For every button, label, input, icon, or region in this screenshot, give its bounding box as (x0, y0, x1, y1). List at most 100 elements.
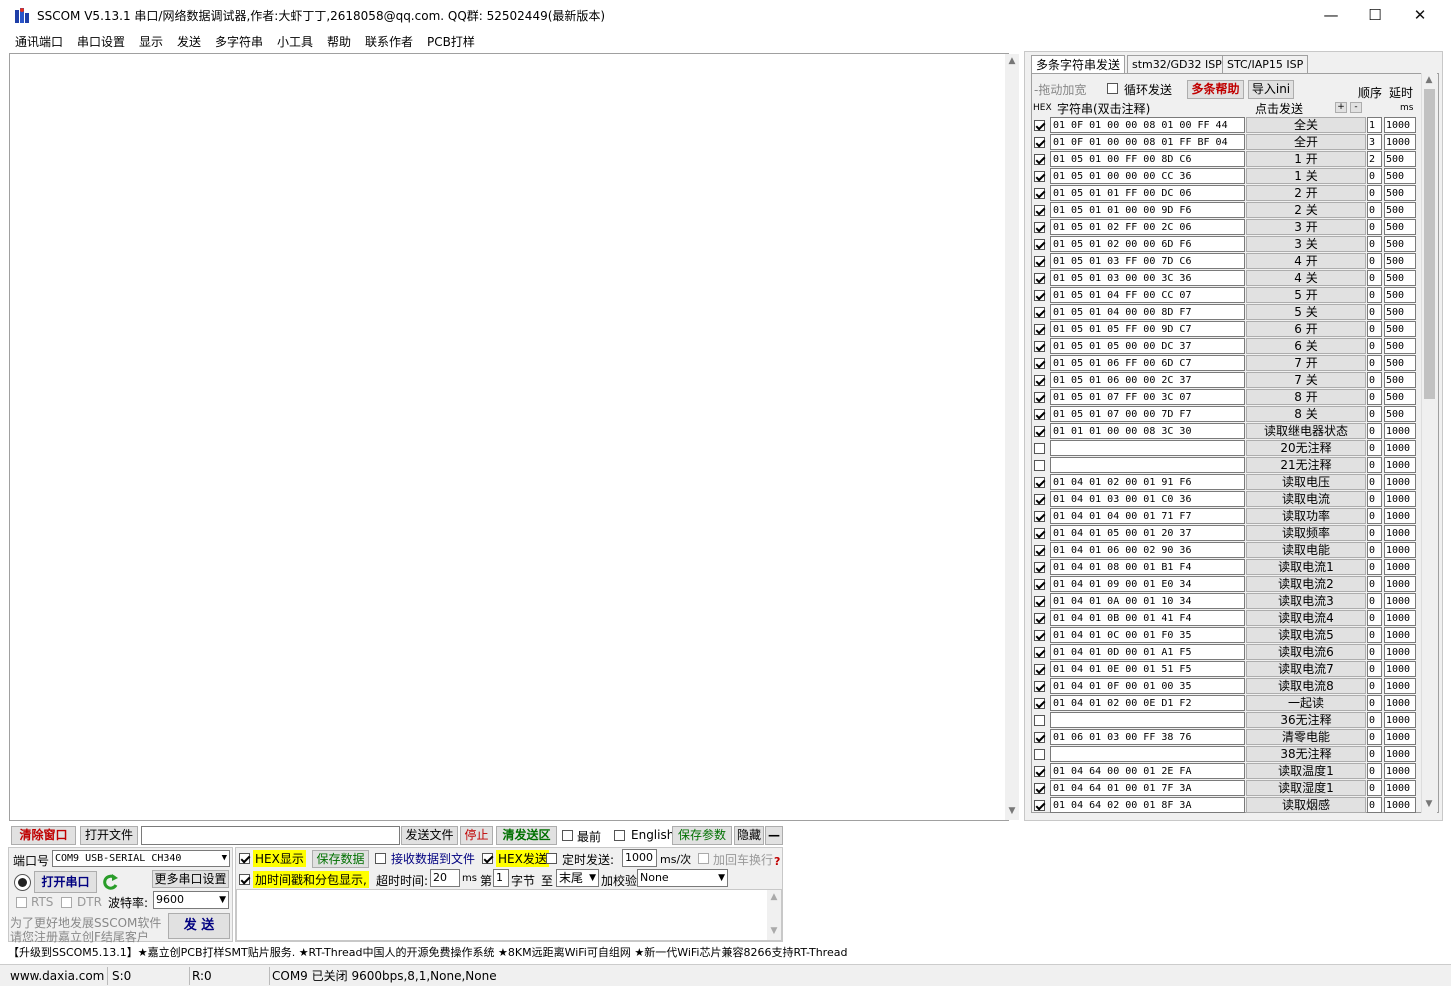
row-order-input[interactable]: 0 (1367, 542, 1382, 558)
row-send-button[interactable]: 读取继电器状态 (1246, 423, 1366, 439)
row-hex-string-input[interactable]: 01 04 01 06 00 02 90 36 (1050, 542, 1245, 558)
row-delay-input[interactable]: 500 (1384, 236, 1416, 252)
row-send-button[interactable]: 读取频率 (1246, 525, 1366, 541)
row-send-button[interactable]: 2 开 (1246, 185, 1366, 201)
row-hex-string-input[interactable]: 01 05 01 06 FF 00 6D C7 (1050, 355, 1245, 371)
row-delay-input[interactable]: 1000 (1384, 576, 1416, 592)
row-hex-checkbox[interactable] (1034, 579, 1045, 590)
row-send-button[interactable]: 读取温度1 (1246, 763, 1366, 779)
send-scroll-down-icon[interactable]: ▼ (767, 926, 781, 936)
row-hex-string-input[interactable]: 01 05 01 06 00 00 2C 37 (1050, 372, 1245, 388)
row-hex-string-input[interactable]: 01 05 01 02 FF 00 2C 06 (1050, 219, 1245, 235)
timed-send-checkbox[interactable] (546, 853, 557, 864)
row-send-button[interactable]: 读取烟感 (1246, 797, 1366, 813)
row-hex-string-input[interactable]: 01 04 01 05 00 01 20 37 (1050, 525, 1245, 541)
row-hex-checkbox[interactable] (1034, 664, 1045, 675)
row-send-button[interactable]: 读取电流4 (1246, 610, 1366, 626)
row-hex-string-input[interactable]: 01 05 01 03 FF 00 7D C6 (1050, 253, 1245, 269)
menu-pcb-proofing[interactable]: PCB打样 (427, 33, 475, 50)
row-hex-checkbox[interactable] (1034, 460, 1045, 471)
row-order-input[interactable]: 0 (1367, 423, 1382, 439)
timeout-input[interactable]: 20 (430, 869, 460, 887)
send-area-scrollbar[interactable]: ▲ ▼ (767, 890, 781, 940)
row-send-button[interactable]: 2 关 (1246, 202, 1366, 218)
dtr-checkbox[interactable] (61, 897, 72, 908)
row-hex-checkbox[interactable] (1034, 630, 1045, 641)
hide-button[interactable]: 隐藏 (734, 826, 764, 845)
row-order-input[interactable]: 3 (1367, 134, 1382, 150)
row-delay-input[interactable]: 500 (1384, 151, 1416, 167)
row-hex-string-input[interactable]: 01 04 64 00 00 01 2E FA (1050, 763, 1245, 779)
row-order-input[interactable]: 0 (1367, 746, 1382, 762)
row-delay-input[interactable]: 500 (1384, 389, 1416, 405)
row-order-input[interactable]: 0 (1367, 559, 1382, 575)
row-delay-input[interactable]: 1000 (1384, 712, 1416, 728)
row-send-button[interactable]: 38无注释 (1246, 746, 1366, 762)
row-send-button[interactable]: 3 关 (1246, 236, 1366, 252)
minimize-button[interactable]: — (1308, 0, 1354, 30)
row-hex-string-input[interactable]: 01 05 01 04 FF 00 CC 07 (1050, 287, 1245, 303)
row-hex-string-input[interactable]: 01 05 01 01 00 00 9D F6 (1050, 202, 1245, 218)
chevron-down-icon[interactable]: ▼ (222, 851, 227, 866)
row-send-button[interactable]: 清零电能 (1246, 729, 1366, 745)
scroll-down-icon[interactable]: ▼ (1005, 806, 1019, 816)
row-delay-input[interactable]: 1000 (1384, 491, 1416, 507)
row-order-input[interactable]: 2 (1367, 151, 1382, 167)
row-hex-checkbox[interactable] (1034, 392, 1045, 403)
row-hex-checkbox[interactable] (1034, 256, 1045, 267)
save-data-button[interactable]: 保存数据 (312, 850, 369, 868)
recv-to-file-label[interactable]: 接收数据到文件 (391, 850, 475, 867)
row-send-button[interactable]: 读取湿度1 (1246, 780, 1366, 796)
row-send-button[interactable]: 读取电能 (1246, 542, 1366, 558)
menu-multi-string[interactable]: 多字符串 (215, 33, 263, 50)
row-delay-input[interactable]: 1000 (1384, 474, 1416, 490)
row-delay-input[interactable]: 1000 (1384, 542, 1416, 558)
row-hex-checkbox[interactable] (1034, 375, 1045, 386)
row-hex-string-input[interactable]: 01 04 01 02 00 0E D1 F2 (1050, 695, 1245, 711)
row-delay-input[interactable]: 500 (1384, 304, 1416, 320)
row-send-button[interactable]: 全开 (1246, 134, 1366, 150)
row-order-input[interactable]: 0 (1367, 797, 1382, 813)
multi-help-button[interactable]: 多条帮助 (1187, 80, 1244, 99)
row-delay-input[interactable]: 1000 (1384, 729, 1416, 745)
import-ini-button[interactable]: 导入ini (1248, 80, 1294, 99)
row-delay-input[interactable]: 500 (1384, 253, 1416, 269)
row-send-button[interactable]: 1 开 (1246, 151, 1366, 167)
row-order-input[interactable]: 0 (1367, 474, 1382, 490)
row-order-input[interactable]: 0 (1367, 780, 1382, 796)
row-delay-input[interactable]: 1000 (1384, 134, 1416, 150)
menu-serial-settings[interactable]: 串口设置 (77, 33, 125, 50)
topmost-checkbox[interactable] (562, 830, 573, 841)
byte-index-input[interactable]: 1 (493, 869, 509, 887)
row-order-input[interactable]: 0 (1367, 253, 1382, 269)
row-hex-string-input[interactable]: 01 04 01 0E 00 01 51 F5 (1050, 661, 1245, 677)
hex-send-checkbox[interactable] (482, 853, 493, 864)
english-label[interactable]: English (631, 828, 674, 842)
row-send-button[interactable]: 读取电流1 (1246, 559, 1366, 575)
row-hex-checkbox[interactable] (1034, 749, 1045, 760)
row-order-input[interactable]: 0 (1367, 372, 1382, 388)
row-delay-input[interactable]: 1000 (1384, 627, 1416, 643)
row-delay-input[interactable]: 500 (1384, 287, 1416, 303)
row-send-button[interactable]: 读取电流3 (1246, 593, 1366, 609)
row-order-input[interactable]: 0 (1367, 185, 1382, 201)
open-port-button[interactable]: 打开串口 (34, 871, 97, 893)
row-hex-string-input[interactable]: 01 05 01 00 00 00 CC 36 (1050, 168, 1245, 184)
row-hex-string-input[interactable]: 01 05 01 02 00 00 6D F6 (1050, 236, 1245, 252)
row-delay-input[interactable]: 1000 (1384, 746, 1416, 762)
row-hex-string-input[interactable]: 01 04 64 01 00 01 7F 3A (1050, 780, 1245, 796)
send-scroll-up-icon[interactable]: ▲ (767, 892, 781, 902)
list-scroll-up-icon[interactable]: ▲ (1422, 75, 1436, 85)
row-delay-input[interactable]: 500 (1384, 168, 1416, 184)
website-link[interactable]: www.daxia.com (8, 967, 108, 985)
row-hex-string-input[interactable]: 01 04 01 0A 00 01 10 34 (1050, 593, 1245, 609)
row-hex-checkbox[interactable] (1034, 732, 1045, 743)
row-delay-input[interactable]: 1000 (1384, 695, 1416, 711)
clear-send-button[interactable]: 清发送区 (496, 826, 557, 845)
row-delay-input[interactable]: 1000 (1384, 117, 1416, 133)
row-order-input[interactable]: 0 (1367, 270, 1382, 286)
row-hex-checkbox[interactable] (1034, 171, 1045, 182)
add-crlf-label[interactable]: 加回车换行 (713, 851, 773, 868)
row-order-input[interactable]: 0 (1367, 525, 1382, 541)
row-order-input[interactable]: 1 (1367, 117, 1382, 133)
